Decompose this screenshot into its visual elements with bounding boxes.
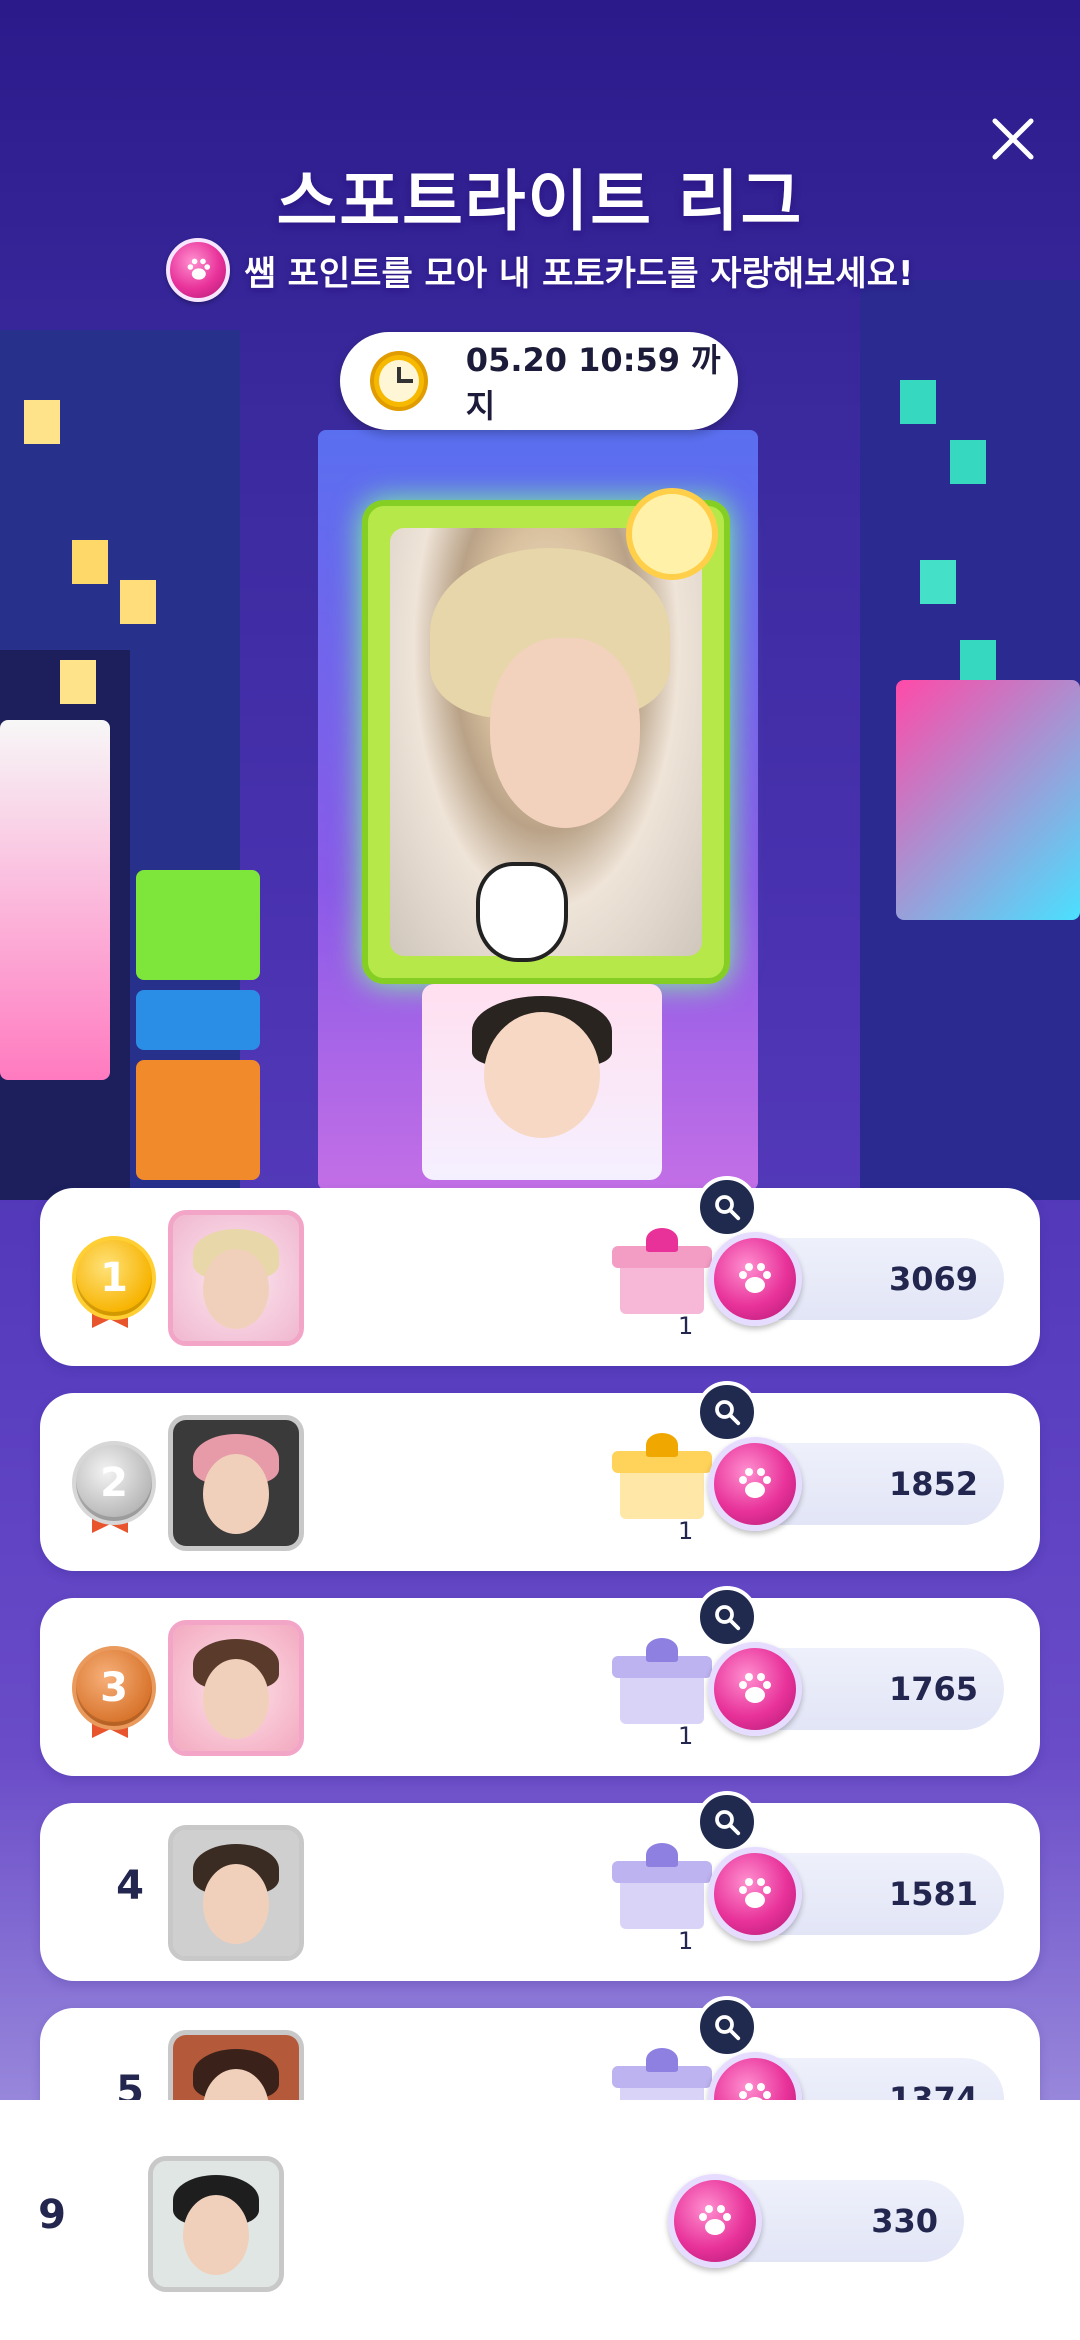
score-value: 1581 <box>888 1875 978 1913</box>
bronze-medal-icon: 3 <box>72 1646 156 1742</box>
silver-medal-icon: 2 <box>72 1441 156 1537</box>
sun-sticker-icon <box>626 488 718 580</box>
deadline-text: 05.20 10:59 까지 <box>465 341 721 425</box>
my-score-pill: 330 <box>668 2174 964 2268</box>
rank-row[interactable]: 3 1 1765 <box>40 1586 1040 1776</box>
score-pill: 1581 <box>708 1847 1004 1941</box>
avatar[interactable] <box>168 1825 304 1961</box>
cat-sticker-icon <box>476 862 568 962</box>
billboard-right <box>896 680 1080 920</box>
my-avatar[interactable] <box>148 2156 284 2292</box>
paw-point-icon <box>708 1232 802 1326</box>
my-score-value: 330 <box>871 2202 938 2240</box>
billboard-left <box>0 720 110 1080</box>
score-value: 3069 <box>888 1260 978 1298</box>
my-rank-number: 9 <box>38 2192 66 2238</box>
avatar[interactable] <box>168 1415 304 1551</box>
paw-point-icon <box>708 1437 802 1531</box>
mystery-box-icon: 1 <box>612 1638 712 1750</box>
window <box>72 540 108 584</box>
score-value: 1852 <box>888 1465 978 1503</box>
paw-point-icon <box>708 1847 802 1941</box>
my-rank-bar[interactable]: 9 330 <box>0 2100 1080 2340</box>
window <box>60 660 96 704</box>
mystery-box-icon: 1 <box>612 1843 712 1955</box>
score-pill: 1765 <box>708 1642 1004 1736</box>
rank-number: 1 <box>72 1236 156 1320</box>
gold-medal-icon: 1 <box>72 1236 156 1332</box>
neon-sign-riize <box>136 990 260 1050</box>
score-pill: 1852 <box>708 1437 1004 1531</box>
gift-box-icon: 1 <box>612 1228 712 1340</box>
photo-face <box>490 638 640 828</box>
window <box>24 400 60 444</box>
window <box>900 380 936 424</box>
secondary-photocard[interactable] <box>422 984 662 1180</box>
deadline-badge: 05.20 10:59 까지 <box>340 332 738 430</box>
gift-box-icon: 1 <box>612 1433 712 1545</box>
rank-number: 3 <box>72 1646 156 1730</box>
photo-face <box>484 1012 600 1138</box>
window <box>120 580 156 624</box>
neon-sign-v <box>136 870 260 980</box>
rank-row[interactable]: 4 1 1581 <box>40 1791 1040 1981</box>
score-value: 1765 <box>888 1670 978 1708</box>
avatar[interactable] <box>168 1210 304 1346</box>
rank-row[interactable]: 2 1 1852 <box>40 1381 1040 1571</box>
paw-point-icon <box>166 238 231 302</box>
subtitle: 쌤 포인트를 모아 내 포토카드를 자랑해보세요! <box>0 238 1080 302</box>
gift-count: 1 <box>678 1722 694 1750</box>
page-title: 스포트라이트 리그 <box>276 163 804 240</box>
gift-count: 1 <box>678 1927 694 1955</box>
window <box>960 640 996 684</box>
paw-point-icon <box>708 1642 802 1736</box>
paw-point-icon <box>668 2174 762 2268</box>
gift-count: 1 <box>678 1517 694 1545</box>
neon-sign-127 <box>136 1060 260 1180</box>
rank-number: 4 <box>116 1863 144 1909</box>
clock-icon <box>370 351 428 411</box>
subtitle-text: 쌤 포인트를 모아 내 포토카드를 자랑해보세요! <box>244 253 914 294</box>
rank-row[interactable]: 1 1 3069 <box>40 1176 1040 1366</box>
score-pill: 3069 <box>708 1232 1004 1326</box>
gift-count: 1 <box>678 1312 694 1340</box>
window <box>950 440 986 484</box>
avatar[interactable] <box>168 1620 304 1756</box>
rank-number: 2 <box>72 1441 156 1525</box>
window <box>920 560 956 604</box>
